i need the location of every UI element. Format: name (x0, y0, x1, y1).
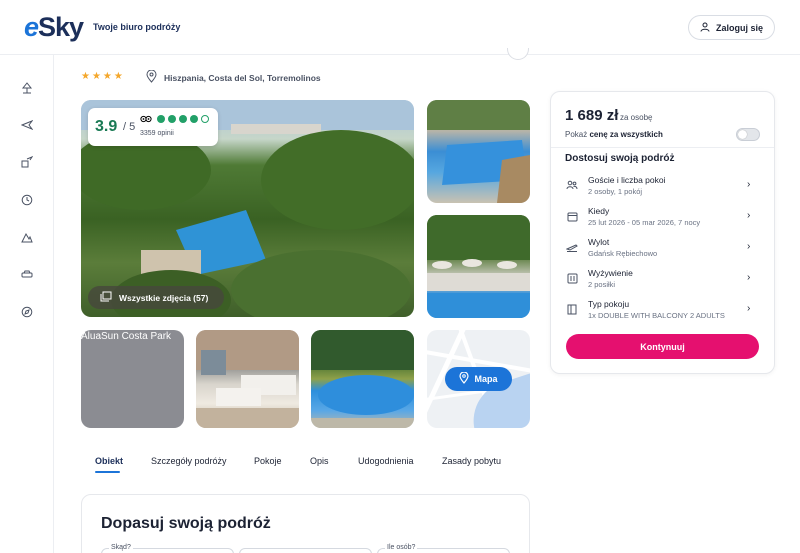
toggle-knob (738, 130, 747, 139)
option-departure-title[interactable]: Wylot (588, 237, 609, 247)
car-icon[interactable] (19, 266, 35, 282)
departure-icon (565, 240, 579, 254)
sidebar (0, 55, 54, 553)
rating-score: 3.9 (95, 118, 118, 135)
tab-szczegoly-podrozy[interactable]: Szczegóły podróży (151, 456, 227, 466)
beach-icon[interactable] (19, 80, 35, 96)
login-button[interactable]: Zaloguj się (688, 15, 775, 40)
rating-bubbles (157, 115, 209, 123)
chevron-right-icon[interactable]: › (747, 210, 750, 221)
broken-image[interactable] (81, 330, 184, 428)
rating-bubble (179, 115, 187, 123)
option-guests-title[interactable]: Goście i liczba pokoi (588, 175, 665, 185)
pool-photo-2[interactable] (427, 215, 530, 318)
adjust-trip-title: Dopasuj swoją podróż (101, 515, 271, 532)
rating-bubble (168, 115, 176, 123)
chevron-right-icon[interactable]: › (747, 179, 750, 190)
compass-icon[interactable] (19, 304, 35, 320)
map-label: Mapa (474, 374, 498, 384)
tagline: Twoje biuro podróży (93, 22, 181, 32)
section-tabs: Obiekt Szczegóły podróży Pokoje Opis Udo… (81, 456, 533, 478)
hotel-stars: ★★★★ (81, 71, 125, 82)
esky-logo[interactable]: e Sky (24, 12, 84, 43)
broken-image-alt: AluaSun Costa Park (81, 331, 172, 342)
continue-button[interactable]: Kontynuuj (566, 334, 759, 359)
pool-photo-1[interactable] (427, 100, 530, 203)
tab-obiekt[interactable]: Obiekt (95, 456, 123, 466)
guests-icon (565, 178, 579, 192)
price: 1 689 zł (565, 107, 619, 124)
rating-out-of: / 5 (123, 121, 136, 133)
rating-bubble (157, 115, 165, 123)
tab-zasady-pobytu[interactable]: Zasady pobytu (442, 456, 501, 466)
logo-e: e (24, 12, 39, 42)
option-departure-value: Gdańsk Rębiechowo (588, 249, 658, 258)
chevron-right-icon[interactable]: › (747, 241, 750, 252)
price-toggle-label: Pokaż cenę za wszystkich (565, 130, 663, 139)
hotel-plane-icon[interactable] (19, 154, 35, 170)
option-room-title[interactable]: Typ pokoju (588, 299, 629, 309)
chevron-right-icon[interactable]: › (747, 303, 750, 314)
mountain-icon[interactable] (19, 229, 35, 245)
gallery-icon (100, 291, 112, 304)
tab-opis[interactable]: Opis (310, 456, 329, 466)
map-pin-icon (459, 371, 470, 386)
toggle-text-prefix: Pokaż (565, 130, 590, 139)
map-button[interactable]: Mapa (445, 367, 512, 391)
from-field-label: Skąd? (109, 544, 133, 551)
panel-divider (551, 147, 774, 148)
hotel-location[interactable]: Hiszpania, Costa del Sol, Torremolinos (164, 73, 321, 83)
all-photos-label: Wszystkie zdjęcia (57) (119, 292, 209, 303)
rating-bubble-empty (201, 115, 209, 123)
clock-icon[interactable] (19, 192, 35, 208)
tab-pokoje[interactable]: Pokoje (254, 456, 282, 466)
all-photos-button[interactable]: Wszystkie zdjęcia (57) (88, 286, 224, 309)
meal-icon (565, 271, 579, 285)
when-field[interactable] (239, 548, 372, 553)
top-header: e Sky Twoje biuro podróży Zaloguj się (0, 0, 800, 55)
calendar-icon (565, 209, 579, 223)
tripadvisor-rating-card[interactable]: 3.9 / 5 3359 opinii (88, 108, 218, 146)
option-dates-title[interactable]: Kiedy (588, 206, 609, 216)
toggle-text-bold: cenę za wszystkich (589, 130, 663, 139)
option-room-value: 1x DOUBLE WITH BALCONY 2 ADULTS (588, 311, 725, 320)
tab-udogodnienia[interactable]: Udogodnienia (358, 456, 414, 466)
option-meals-title[interactable]: Wyżywienie (588, 268, 633, 278)
room-photo[interactable] (196, 330, 299, 428)
active-tab-underline (95, 471, 120, 473)
chevron-right-icon[interactable]: › (747, 272, 750, 283)
rating-bubble (190, 115, 198, 123)
price-per-person: za osobę (620, 113, 653, 122)
pool-photo-3[interactable] (311, 330, 414, 428)
scroll-hint[interactable] (507, 48, 529, 60)
user-icon (700, 22, 710, 34)
plane-icon[interactable] (19, 117, 35, 133)
option-guests-value: 2 osoby, 1 pokój (588, 187, 643, 196)
room-icon (565, 302, 579, 316)
login-label: Zaloguj się (715, 22, 763, 33)
location-pin-icon (146, 69, 157, 88)
guests-field-label: Ile osób? (385, 544, 418, 551)
option-meals-value: 2 posiłki (588, 280, 616, 289)
review-count: 3359 opinii (140, 130, 174, 137)
option-dates-value: 25 lut 2026 - 05 mar 2026, 7 nocy (588, 218, 701, 227)
customize-title: Dostosuj swoją podróż (565, 153, 675, 164)
price-for-all-toggle[interactable] (736, 128, 760, 141)
tripadvisor-owl-icon (140, 115, 152, 125)
logo-sky: Sky (38, 12, 84, 42)
